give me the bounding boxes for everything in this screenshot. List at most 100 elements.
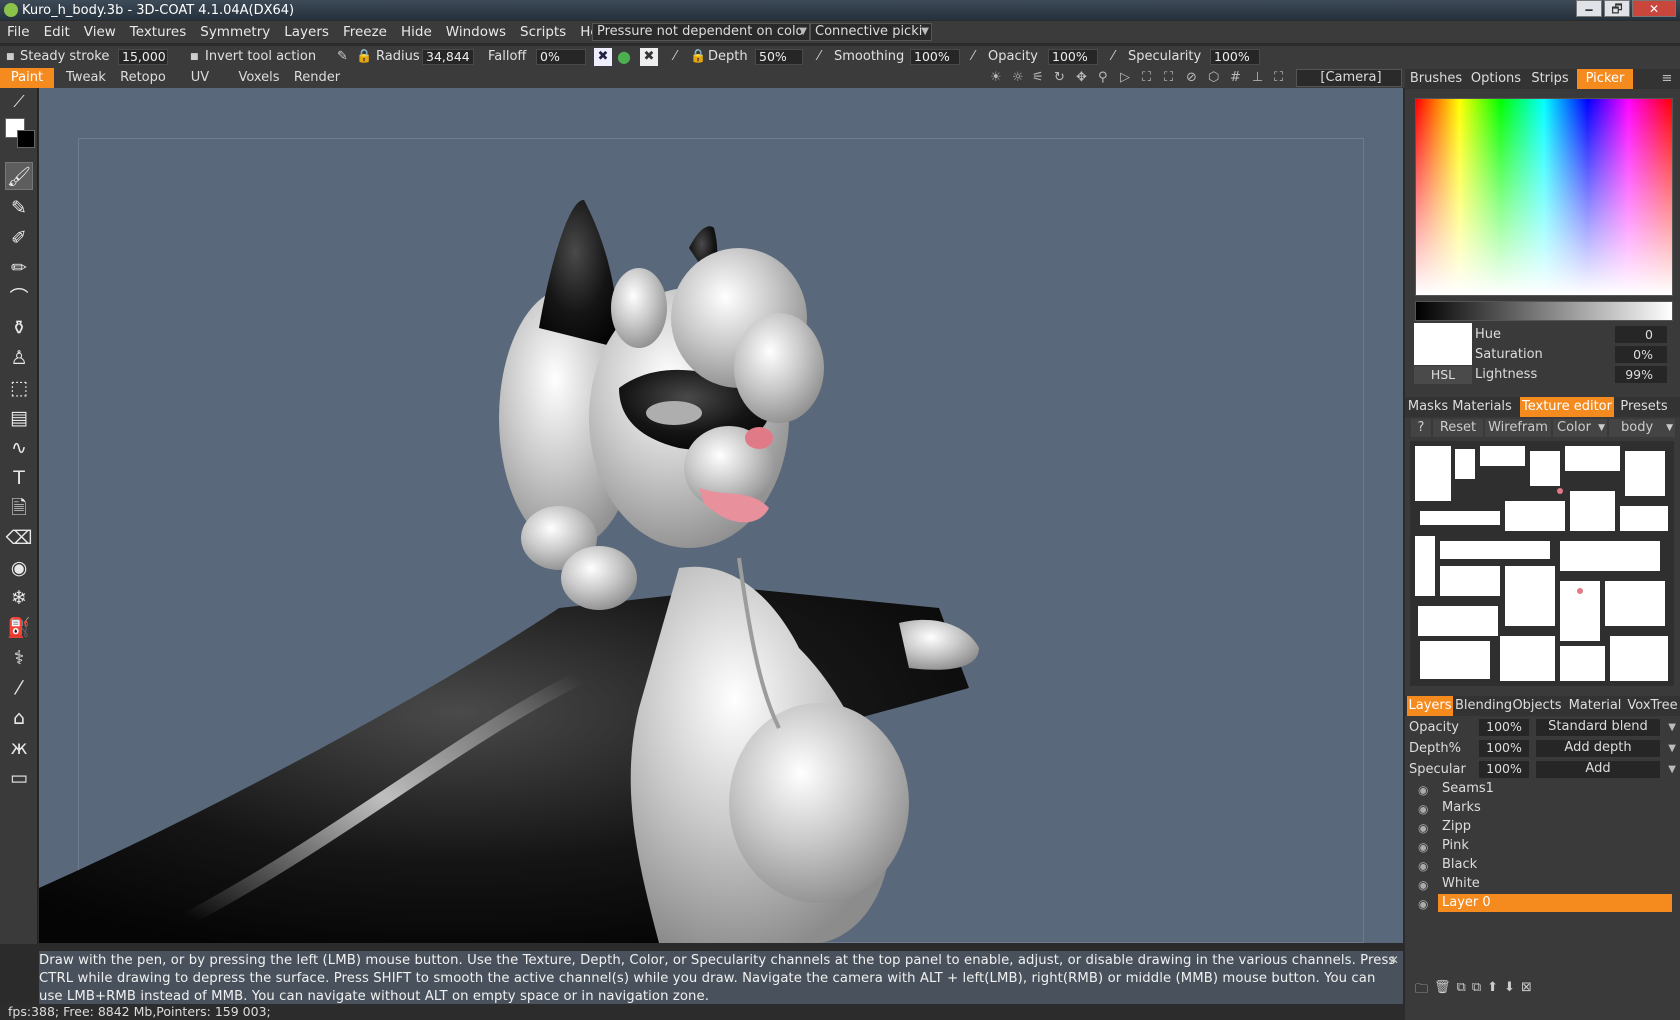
3d-viewport[interactable]	[39, 88, 1403, 943]
ruler-icon[interactable]: ▭	[5, 764, 33, 792]
menu-scripts[interactable]: Scripts	[513, 24, 573, 40]
close-button[interactable]: ✕	[1632, 0, 1676, 17]
camera-dropdown[interactable]: [Camera]▼	[1296, 69, 1402, 87]
eye-icon[interactable]: ◉	[1418, 876, 1428, 894]
eye-icon[interactable]: ◉	[1418, 857, 1428, 875]
pen-icon[interactable]: ✎	[5, 194, 33, 222]
channel-dropdown[interactable]: Color ▼	[1553, 419, 1607, 437]
opacity-input[interactable]: 100%	[1048, 49, 1098, 65]
steady-stroke-input[interactable]: 15,000	[118, 49, 168, 65]
texture-channel-icon[interactable]: ✖	[594, 48, 612, 66]
room-tab-paint[interactable]: Paint	[0, 68, 54, 88]
lightness-bar[interactable]	[1415, 301, 1673, 321]
rotate-icon[interactable]: ↻	[1054, 70, 1065, 86]
opacity-pen-icon[interactable]: ⁄	[972, 48, 974, 66]
duplicate-layer-icon[interactable]: ⧉	[1472, 980, 1481, 998]
eye-icon[interactable]: ◉	[1418, 819, 1428, 837]
eye-icon[interactable]: ◉	[1418, 800, 1428, 818]
brush-icon[interactable]: 🖌	[5, 162, 33, 190]
wireframe-button[interactable]: Wirefram	[1485, 419, 1551, 437]
lock-icon[interactable]: 🔒	[356, 48, 372, 66]
falloff-input[interactable]: 0%	[536, 49, 586, 65]
menu-view[interactable]: View	[77, 24, 123, 40]
tab-materials[interactable]: Materials	[1451, 397, 1513, 417]
hue-value[interactable]: 0	[1615, 326, 1667, 343]
fullscreen-icon[interactable]: ⛶	[1274, 70, 1283, 86]
hsl-mode-button[interactable]: HSL	[1414, 366, 1472, 384]
falloff-label[interactable]: Falloff	[488, 48, 526, 66]
tab-strips[interactable]: Strips	[1525, 69, 1575, 89]
iron-icon[interactable]: ⌂	[5, 704, 33, 732]
layer-item[interactable]: ◉ White	[1414, 875, 1674, 893]
color-picker-field[interactable]	[1415, 98, 1673, 296]
specularity-pen-icon[interactable]: ⁄	[1112, 48, 1114, 66]
depth-blend-dropdown[interactable]: Add depth	[1536, 740, 1660, 757]
panel-menu-icon[interactable]: ≡	[1657, 69, 1677, 89]
specularity-input[interactable]: 100%	[1210, 49, 1260, 65]
eye-icon[interactable]: ◉	[1418, 895, 1428, 913]
specular-blend-dropdown[interactable]: Add	[1536, 761, 1660, 778]
axis-icon[interactable]: ⊥	[1252, 70, 1263, 86]
room-tab-tweak[interactable]: Tweak	[58, 68, 114, 88]
help-button[interactable]: ?	[1411, 419, 1431, 437]
layer-depth-input[interactable]: 100%	[1479, 740, 1529, 757]
hue-row[interactable]: Hue 0	[1475, 326, 1675, 344]
tab-picker[interactable]: Picker	[1577, 69, 1633, 89]
play-icon[interactable]: ▷	[1120, 70, 1130, 86]
menu-symmetry[interactable]: Symmetry	[193, 24, 277, 40]
move-up-icon[interactable]: ⬆	[1487, 980, 1498, 998]
eye-icon[interactable]: ◉	[1418, 781, 1428, 799]
curve-icon[interactable]: ∿	[5, 434, 33, 462]
opacity-blend-dropdown[interactable]: Standard blend	[1536, 719, 1660, 736]
tool-options-toggle-icon[interactable]: ⟋	[5, 88, 33, 116]
layer-item[interactable]: ◉ Seams1	[1414, 780, 1674, 798]
tab-texture-editor[interactable]: Texture editor	[1520, 397, 1614, 417]
reset-button[interactable]: Reset	[1433, 419, 1483, 437]
tab-masks[interactable]: Masks	[1405, 397, 1451, 417]
layer-depth-label[interactable]: Depth%	[1409, 741, 1461, 756]
eraser-icon[interactable]: ⌫	[5, 524, 33, 552]
pen-pressure-icon[interactable]: ✎	[337, 48, 348, 66]
opacity-label[interactable]: Opacity	[988, 48, 1038, 66]
room-tab-uv[interactable]: UV	[172, 68, 228, 88]
tab-voxtree[interactable]: VoxTree	[1625, 696, 1680, 716]
maximize-button[interactable]: 🗗	[1604, 0, 1630, 17]
light-icon[interactable]: ☼	[1012, 70, 1024, 86]
hint-close-button[interactable]: ✕	[1389, 951, 1399, 969]
layer-opacity-input[interactable]: 100%	[1479, 719, 1529, 736]
document-icon[interactable]: 🗎	[5, 494, 33, 522]
hide-icon[interactable]: ⊘	[1186, 70, 1197, 86]
layer-item[interactable]: ◉ Zipp	[1414, 818, 1674, 836]
lightness-value[interactable]: 99%	[1615, 366, 1667, 383]
eye-icon[interactable]: ◉	[1418, 838, 1428, 856]
delete-layer-icon[interactable]: 🗑	[1434, 980, 1451, 998]
smoothing-input[interactable]: 100%	[910, 49, 960, 65]
invert-checkbox[interactable]: ■	[190, 48, 199, 66]
move-icon[interactable]: ✥	[1076, 70, 1087, 86]
fill-icon[interactable]: ⛽	[5, 614, 33, 642]
layer-specular-label[interactable]: Specular	[1409, 762, 1466, 777]
secondary-color-swatch[interactable]	[17, 130, 35, 148]
object-dropdown[interactable]: body ▼	[1609, 419, 1675, 437]
color-channel-icon[interactable]: ●	[617, 48, 631, 66]
picking-dropdown[interactable]: Connective picki ▼	[810, 23, 932, 41]
tab-blending[interactable]: Blending	[1455, 696, 1512, 716]
menu-layers[interactable]: Layers	[277, 24, 336, 40]
tab-objects[interactable]: Objects	[1509, 696, 1565, 716]
lightness-row[interactable]: Lightness 99%	[1475, 366, 1675, 384]
room-tab-render[interactable]: Render	[290, 68, 344, 88]
layer-item-selected[interactable]: ◉ Layer 0	[1414, 894, 1674, 912]
layer-settings-icon[interactable]: ⊠	[1521, 980, 1532, 998]
uv-texture-preview[interactable]	[1410, 441, 1674, 686]
text-icon[interactable]: T	[5, 464, 33, 492]
menu-windows[interactable]: Windows	[439, 24, 513, 40]
room-tab-voxels[interactable]: Voxels	[228, 68, 290, 88]
clone-icon[interactable]: ⚱	[5, 314, 33, 342]
specular-channel-icon[interactable]: ✖	[640, 48, 658, 66]
saturation-value[interactable]: 0%	[1615, 346, 1667, 363]
zoom-icon[interactable]: ⚲	[1098, 70, 1108, 86]
dropper-icon[interactable]: ⁄	[5, 674, 33, 702]
layer-item[interactable]: ◉ Marks	[1414, 799, 1674, 817]
smoothing-label[interactable]: Smoothing	[834, 48, 904, 66]
layer-fill-icon[interactable]: ▤	[5, 404, 33, 432]
